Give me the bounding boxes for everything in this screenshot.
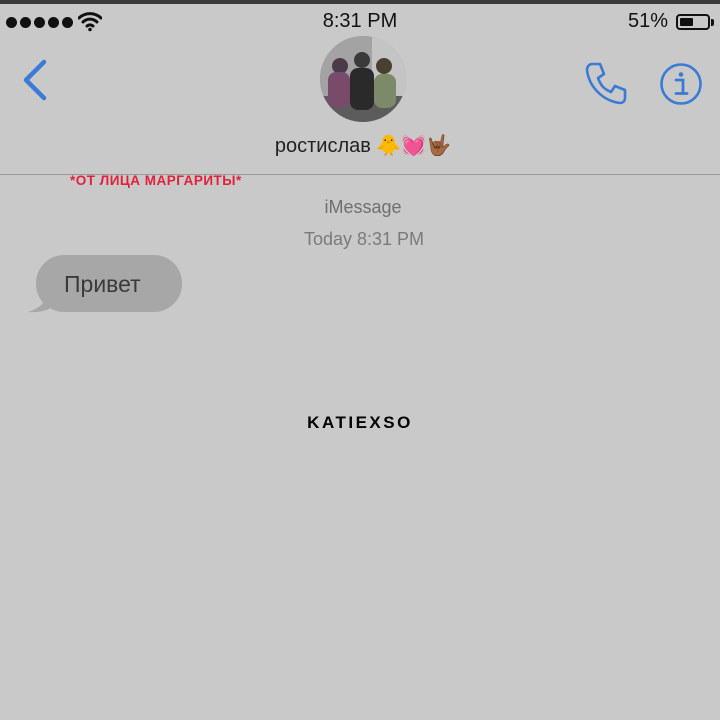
battery-percent: 51% [627, 10, 668, 32]
contact-name[interactable]: ростислав 🐥💓🤟🏾 [0, 133, 720, 158]
incoming-message-bubble[interactable]: Привет [28, 255, 188, 313]
back-chevron-icon[interactable] [20, 58, 50, 102]
avatar-photo [320, 36, 406, 122]
phone-icon[interactable] [583, 60, 629, 106]
overlay-caption: *ОТ ЛИЦА МАРГАРИТЫ* [70, 173, 242, 188]
status-bar: 8:31 PM 51% [0, 4, 720, 40]
battery-fill [680, 18, 693, 26]
battery-icon [676, 14, 714, 30]
watermark: KATIEXSO [307, 413, 413, 432]
avatar[interactable] [320, 36, 406, 122]
message-text: Привет [64, 271, 141, 297]
service-label: iMessage [324, 197, 402, 217]
conversation-header: ростислав 🐥💓🤟🏾 [0, 36, 720, 175]
info-icon[interactable] [659, 62, 703, 106]
status-time: 8:31 PM [322, 10, 398, 32]
message-timestamp: Today 8:31 PM [303, 229, 425, 249]
